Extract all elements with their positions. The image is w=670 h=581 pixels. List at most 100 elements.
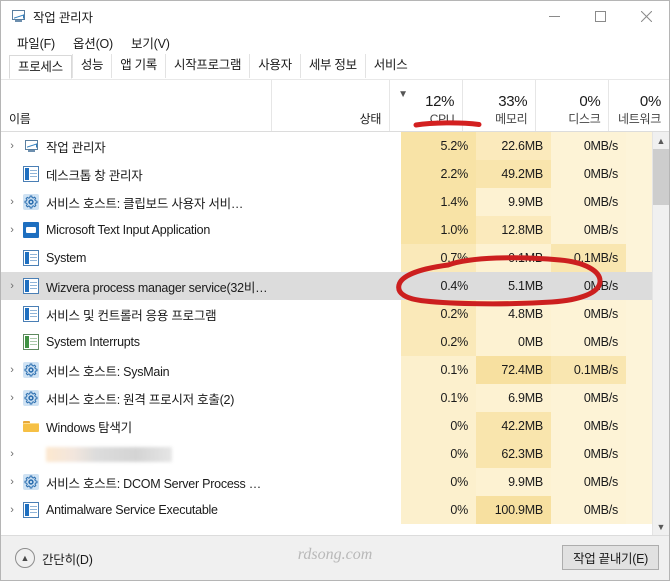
value-disk: 0MB/s xyxy=(583,503,618,517)
value-cpu: 1.0% xyxy=(440,223,469,237)
value-memory: 100.9MB xyxy=(494,503,544,517)
value-disk: 0MB/s xyxy=(583,195,618,209)
gear-icon xyxy=(23,390,39,406)
value-memory: 9.9MB xyxy=(508,195,543,209)
cell-memory: 5.1MB xyxy=(476,272,551,300)
value-disk: 0MB/s xyxy=(583,223,618,237)
expand-chevron-icon[interactable]: › xyxy=(1,392,23,404)
cell-memory: 42.2MB xyxy=(476,412,551,440)
value-memory: 49.2MB xyxy=(501,167,543,181)
redacted-process-name xyxy=(46,446,172,462)
tab-5[interactable]: 세부 정보 xyxy=(299,54,365,78)
cell-name: › 서비스 호스트: SysMain xyxy=(1,356,279,384)
table-row[interactable]: ›작업 관리자5.2%22.6MB0MB/s0 xyxy=(1,132,669,160)
table-row[interactable]: ›서비스 호스트: 클립보드 사용자 서비…1.4%9.9MB0MB/s0 xyxy=(1,188,669,216)
table-row[interactable]: 데스크톱 창 관리자2.2%49.2MB0MB/s0 xyxy=(1,160,669,188)
table-row[interactable]: System0.7%0.1MB0.1MB/s0 xyxy=(1,244,669,272)
cell-status xyxy=(279,384,401,412)
table-row[interactable]: › Wizvera process manager service(32비… 0.4… xyxy=(1,272,669,300)
minimize-button[interactable] xyxy=(531,1,577,31)
cell-disk: 0MB/s xyxy=(551,132,626,160)
chevron-down-icon[interactable]: ▼ xyxy=(653,518,669,535)
gear-icon xyxy=(23,362,39,378)
end-task-button[interactable]: 작업 끝내기(E) xyxy=(562,545,659,570)
menu-item-file[interactable]: 파일(F) xyxy=(9,31,63,54)
scrollbar-thumb[interactable] xyxy=(653,149,669,205)
table-row[interactable]: ›서비스 호스트: SysMain0.1%72.4MB0.1MB/s0 xyxy=(1,356,669,384)
table-row[interactable]: › Antimalware Service Executable 0% 100.9MB… xyxy=(1,496,669,524)
table-row[interactable]: › Microsoft Text Input Application 1.0% 12.… xyxy=(1,216,669,244)
chevron-up-icon[interactable]: ▲ xyxy=(653,132,669,149)
expand-chevron-icon[interactable]: › xyxy=(1,476,23,488)
tab-4[interactable]: 사용자 xyxy=(249,54,300,78)
expand-chevron-icon[interactable]: › xyxy=(1,140,23,152)
cell-cpu: 0.4% xyxy=(401,272,476,300)
cell-status xyxy=(279,244,401,272)
process-name: System xyxy=(46,251,87,265)
table-row[interactable]: ›0%62.3MB0MB/s0 xyxy=(1,440,669,468)
column-header-network[interactable]: 0% 네트워크 xyxy=(608,80,669,131)
table-row[interactable]: System Interrupts0.2%0MB0MB/s0 xyxy=(1,328,669,356)
column-header-name[interactable]: 이름 xyxy=(1,80,271,131)
cell-disk: 0MB/s xyxy=(551,328,626,356)
fewer-details-button[interactable]: ▲ 간단히(D) xyxy=(11,544,97,572)
process-name: 데스크톱 창 관리자 xyxy=(46,168,143,183)
process-name: 서비스 호스트: 원격 프로시저 호출(2) xyxy=(46,392,235,407)
expand-chevron-icon[interactable]: › xyxy=(1,364,23,376)
cell-cpu: 0.7% xyxy=(401,244,476,272)
column-header-status[interactable]: 상태 xyxy=(270,80,390,131)
cell-memory: 0MB xyxy=(476,328,551,356)
expand-chevron-icon[interactable]: › xyxy=(1,196,23,208)
tab-0[interactable]: 프로세스 xyxy=(9,55,72,79)
tab-2[interactable]: 앱 기록 xyxy=(111,54,165,78)
value-cpu: 2.2% xyxy=(440,167,469,181)
value-memory: 42.2MB xyxy=(501,419,543,433)
expand-chevron-icon[interactable]: › xyxy=(1,448,23,460)
value-memory: 62.3MB xyxy=(501,447,543,461)
table-row[interactable]: Windows 탐색기0%42.2MB0MB/s0 xyxy=(1,412,669,440)
column-header-cpu[interactable]: ▼ 12% CPU xyxy=(389,80,462,131)
cell-name: › Antimalware Service Executable xyxy=(1,496,279,524)
tab-1[interactable]: 성능 xyxy=(71,54,111,78)
cell-cpu: 0% xyxy=(401,412,476,440)
cell-status xyxy=(279,188,401,216)
title-bar-left: 작업 관리자 xyxy=(1,7,93,26)
cell-memory: 22.6MB xyxy=(476,132,551,160)
process-name: 서비스 호스트: 클립보드 사용자 서비… xyxy=(46,196,244,211)
process-name: Antimalware Service Executable xyxy=(46,503,218,517)
tab-3[interactable]: 시작프로그램 xyxy=(165,54,249,78)
cell-disk: 0MB/s xyxy=(551,496,626,524)
menu-item-view[interactable]: 보기(V) xyxy=(123,31,178,54)
value-memory: 5.1MB xyxy=(508,279,543,293)
cell-cpu: 0.2% xyxy=(401,328,476,356)
table-row[interactable]: ›서비스 호스트: 원격 프로시저 호출(2)0.1%6.9MB0MB/s0 xyxy=(1,384,669,412)
value-cpu: 0.1% xyxy=(440,391,469,405)
tab-6[interactable]: 서비스 xyxy=(364,54,416,78)
cell-memory: 4.8MB xyxy=(476,300,551,328)
table-row[interactable]: › 서비스 호스트: DCOM Server Process … 0% 9.9MB 0M… xyxy=(1,468,669,496)
cell-name: › 작업 관리자 xyxy=(1,132,279,160)
cell-disk: 0MB/s xyxy=(551,188,626,216)
column-header-memory[interactable]: 33% 메모리 xyxy=(462,80,535,131)
value-cpu: 0% xyxy=(450,419,468,433)
value-memory: 6.9MB xyxy=(508,391,543,405)
column-header-disk[interactable]: 0% 디스크 xyxy=(535,80,608,131)
expand-chevron-icon[interactable]: › xyxy=(1,224,23,236)
process-rows: ›작업 관리자5.2%22.6MB0MB/s0데스크톱 창 관리자2.2%49.… xyxy=(1,132,669,535)
value-memory: 0MB xyxy=(518,335,543,349)
close-button[interactable] xyxy=(623,1,669,31)
menu-item-options[interactable]: 옵션(O) xyxy=(65,31,121,54)
cell-disk: 0.1MB/s xyxy=(551,356,626,384)
vertical-scrollbar[interactable]: ▲ ▼ xyxy=(652,132,669,535)
sort-descending-icon: ▼ xyxy=(398,89,408,100)
bottom-bar: ▲ 간단히(D) rdsong.com 작업 끝내기(E) xyxy=(1,535,669,580)
table-row[interactable]: 서비스 및 컨트롤러 응용 프로그램0.2%4.8MB0MB/s0 xyxy=(1,300,669,328)
cell-status xyxy=(279,132,401,160)
expand-chevron-icon[interactable]: › xyxy=(1,280,23,292)
cell-memory: 9.9MB xyxy=(476,468,551,496)
value-cpu: 5.2% xyxy=(440,139,469,153)
cell-status xyxy=(279,468,401,496)
maximize-button[interactable] xyxy=(577,1,623,31)
cell-cpu: 1.0% xyxy=(401,216,476,244)
expand-chevron-icon[interactable]: › xyxy=(1,504,23,516)
